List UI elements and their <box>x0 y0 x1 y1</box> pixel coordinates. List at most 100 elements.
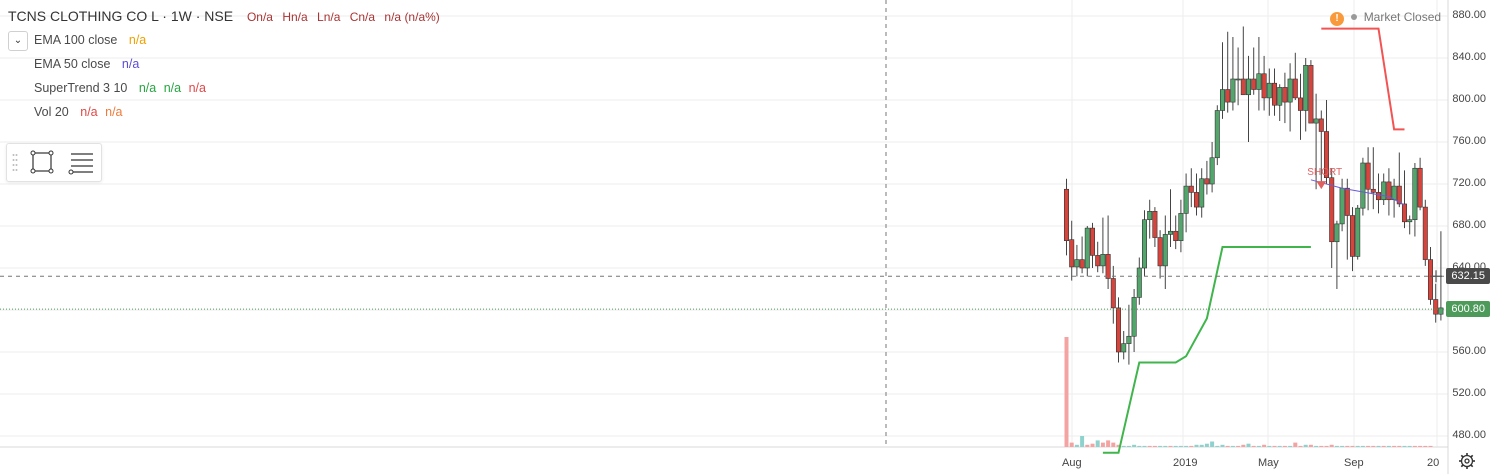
volume-bar <box>1090 443 1095 447</box>
chart-legend: TCNS CLOTHING CO L · 1W · NSE On/a Hn/a … <box>8 4 446 124</box>
candle-body <box>1220 89 1226 111</box>
short-signal-label: SHORT <box>1307 167 1342 178</box>
time-tick-label: May <box>1258 457 1279 469</box>
candle-body <box>1110 278 1116 309</box>
candle-body <box>1422 206 1428 260</box>
volume-bar <box>1366 445 1371 447</box>
volume-bar <box>1137 445 1142 447</box>
price-tick-label: 760.00 <box>1452 135 1486 147</box>
candle-body <box>1199 178 1205 208</box>
volume-bar <box>1163 445 1168 447</box>
volume-bar <box>1069 442 1074 447</box>
volume-bar <box>1189 445 1194 447</box>
candle-body <box>1428 259 1434 300</box>
market-status[interactable]: ! Market Closed <box>1330 10 1441 26</box>
volume-bar <box>1173 445 1178 447</box>
candle-body <box>1240 78 1246 96</box>
volume-bar <box>1256 445 1261 447</box>
volume-bar <box>1277 445 1282 447</box>
candle-body <box>1412 167 1418 221</box>
indicator-value: n/a <box>105 105 123 119</box>
chevron-down-icon[interactable]: ⌄ <box>8 31 28 51</box>
warning-icon[interactable]: ! <box>1330 12 1344 26</box>
rectangle-tool-icon[interactable] <box>27 148 57 176</box>
candle-body <box>1194 192 1200 208</box>
volume-bar <box>1215 445 1220 447</box>
candle-body <box>1334 223 1340 243</box>
candle-body <box>1183 185 1189 214</box>
candle-body <box>1126 335 1132 344</box>
volume-bar <box>1288 445 1293 447</box>
indicator-ema50[interactable]: EMA 50 close n/a <box>8 52 446 76</box>
indicator-ema100[interactable]: ⌄ EMA 100 close n/a <box>8 28 446 52</box>
volume-bar <box>1095 440 1100 447</box>
symbol-title[interactable]: TCNS CLOTHING CO L · 1W · NSE <box>8 8 233 24</box>
price-tick-label: 560.00 <box>1452 345 1486 357</box>
candle-body <box>1376 192 1382 201</box>
price-tick-label: 680.00 <box>1452 219 1486 231</box>
volume-bar <box>1210 441 1215 447</box>
candle-body <box>1090 227 1096 256</box>
indicator-volume[interactable]: Vol 20 n/a n/a <box>8 100 446 124</box>
volume-bars <box>1064 337 1433 447</box>
candle-body <box>1168 230 1174 235</box>
volume-bar <box>1303 444 1308 447</box>
status-dot-icon <box>1351 14 1358 20</box>
volume-bar <box>1251 445 1256 447</box>
candle-body <box>1391 185 1397 201</box>
volume-bar <box>1319 445 1324 447</box>
volume-bar <box>1132 444 1137 447</box>
candle-body <box>1142 219 1148 269</box>
candle-body <box>1064 188 1070 242</box>
candle-body <box>1329 177 1335 243</box>
volume-bar <box>1293 442 1298 447</box>
crosshair-price-tag: 632.15 <box>1446 268 1490 285</box>
candle-body <box>1407 219 1413 223</box>
indicator-label: Vol 20 <box>34 105 69 119</box>
volume-bar <box>1402 445 1407 447</box>
candle-body <box>1225 89 1231 103</box>
indicator-label: SuperTrend 3 10 <box>34 81 128 95</box>
volume-bar <box>1308 444 1313 447</box>
candle-body <box>1318 118 1324 132</box>
gear-icon[interactable] <box>1458 452 1476 470</box>
drag-handle-icon[interactable] <box>12 152 18 174</box>
candle-body <box>1214 110 1220 159</box>
candle-body <box>1344 187 1350 216</box>
candle-body <box>1370 188 1376 193</box>
candle-body <box>1230 78 1236 103</box>
candle-body <box>1417 167 1423 208</box>
candle-body <box>1209 157 1215 185</box>
candle-body <box>1256 73 1262 90</box>
volume-bar <box>1282 445 1287 447</box>
volume-bar <box>1262 444 1267 447</box>
volume-bar <box>1142 445 1147 447</box>
volume-bar <box>1423 445 1428 447</box>
indicator-value: n/a <box>80 105 98 119</box>
open-value: On/a <box>246 10 273 24</box>
candle-body <box>1277 87 1283 106</box>
volume-bar <box>1412 445 1417 447</box>
volume-bar <box>1267 445 1272 447</box>
candle-body <box>1355 207 1361 257</box>
indicator-label: EMA 100 close <box>34 33 118 47</box>
candle-body <box>1204 178 1210 185</box>
candle-body <box>1402 203 1408 223</box>
price-tick-label: 520.00 <box>1452 387 1486 399</box>
candle-body <box>1131 297 1137 337</box>
candle-body <box>1360 162 1366 209</box>
candle-body <box>1121 343 1127 353</box>
volume-bar <box>1158 445 1163 447</box>
candle-body <box>1178 213 1184 241</box>
lines-menu-icon[interactable] <box>65 148 95 176</box>
volume-bar <box>1236 445 1241 447</box>
indicator-supertrend[interactable]: SuperTrend 3 10 n/a n/a n/a <box>8 76 446 100</box>
candle-body <box>1303 65 1309 111</box>
price-tick-label: 720.00 <box>1452 177 1486 189</box>
volume-bar <box>1241 444 1246 447</box>
volume-bar <box>1355 445 1360 447</box>
candle-body <box>1079 259 1085 269</box>
change-value: n/a (n/a%) <box>384 10 440 24</box>
volume-bar <box>1199 444 1204 447</box>
volume-bar <box>1350 445 1355 447</box>
